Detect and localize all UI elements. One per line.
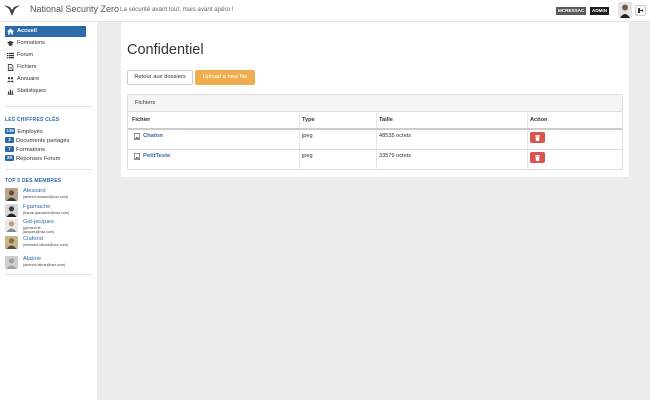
file-type: jpeg — [302, 153, 313, 159]
stat-count-badge: 20 — [5, 155, 14, 161]
column-header-fichier[interactable]: Fichier — [132, 117, 150, 123]
member-email: jacques@nsz.com) — [23, 230, 55, 234]
stat-formations: 7 Formations — [5, 146, 45, 154]
stat-label: Employés — [17, 129, 43, 135]
image-file-icon — [134, 133, 140, 140]
file-link[interactable]: Chaton — [143, 133, 163, 139]
delete-file-button[interactable] — [530, 132, 545, 143]
member-avatar — [5, 204, 18, 217]
stat-label: Formations — [16, 147, 45, 153]
sidebar-item-formations[interactable]: Formations — [5, 38, 86, 49]
sidebar-item-forum[interactable]: Forum — [5, 50, 86, 61]
column-divider — [527, 113, 528, 170]
key-figures-heading: LES CHIFFRES CLÉS — [5, 117, 60, 123]
bar-chart-icon — [7, 89, 14, 95]
member-email: (arienne.lessard@nsz.com) — [23, 195, 69, 199]
member-email: (arienne.labrie@nsz.com) — [23, 263, 66, 267]
files-panel-heading: Fichiers — [128, 95, 622, 112]
brand-name[interactable]: National Security Zero — [30, 4, 119, 14]
member-item[interactable]: Gst-jacques (gerland st- jacques@nsz.com… — [5, 219, 93, 234]
logout-button[interactable] — [635, 5, 646, 16]
file-type: jpeg — [302, 133, 313, 139]
sidebar-item-label: Formations — [17, 40, 45, 46]
stat-label: Réponses Forum — [16, 156, 61, 162]
member-avatar — [5, 219, 18, 232]
top-members-heading: TOP 5 DES MEMBRES — [5, 178, 62, 184]
list-icon — [7, 52, 14, 59]
header-divider — [128, 128, 622, 130]
sidebar-item-label: Accueil — [17, 28, 37, 34]
member-avatar — [5, 188, 18, 201]
column-header-type[interactable]: Type — [302, 117, 315, 123]
sidebar-item-statistiques[interactable]: Statistiques — [5, 86, 86, 97]
column-header-action: Action — [530, 117, 548, 123]
user-avatar[interactable] — [618, 2, 632, 18]
member-name[interactable]: Alessard — [23, 188, 46, 195]
user-role-badge: ADMIN — [590, 7, 610, 15]
sidebar-item-annuaire[interactable]: Annuaire — [5, 74, 86, 85]
column-divider — [376, 113, 377, 170]
sidebar-item-label: Forum — [17, 52, 34, 58]
file-icon — [7, 64, 14, 71]
users-icon — [7, 77, 14, 83]
sidebar-item-label: Statistiques — [17, 88, 46, 94]
trash-icon — [535, 154, 540, 161]
member-email: (franck.gamache@nsz.com) — [23, 211, 70, 215]
stat-count-badge: 7 — [5, 146, 14, 152]
sidebar: Accueil Formations Forum Fichiers Annuai… — [0, 22, 97, 400]
member-avatar — [5, 256, 18, 269]
member-avatar — [5, 236, 18, 249]
delete-file-button[interactable] — [530, 152, 545, 163]
member-name[interactable]: Fgamache — [23, 204, 50, 211]
eagle-logo-icon[interactable] — [4, 4, 20, 17]
stat-reponses-forum: 20 Réponses Forum — [5, 155, 60, 163]
sidebar-divider — [5, 169, 92, 170]
member-item[interactable]: Alessard (arienne.lessard@nsz.com) — [5, 188, 93, 201]
trash-icon — [535, 134, 540, 141]
member-item[interactable]: Clafond (cressant.lafond@nsz.com) — [5, 236, 93, 249]
sidebar-divider — [5, 106, 92, 107]
member-name[interactable]: Gst-jacques — [23, 219, 54, 226]
back-to-folders-button[interactable]: Retour aux dossiers — [127, 70, 193, 85]
member-item[interactable]: Alabrie (arienne.labrie@nsz.com) — [5, 256, 93, 269]
member-name[interactable]: Alabrie — [23, 256, 41, 263]
sign-out-icon — [638, 8, 644, 13]
stat-documents: 3 Documents partagés — [5, 137, 70, 145]
home-icon — [7, 28, 14, 35]
file-link[interactable]: PetitTeste — [143, 153, 170, 159]
top-navbar: National Security Zero La sécurité avant… — [0, 0, 650, 22]
files-table-panel: Fichiers Fichier Type Taille Action Chat… — [127, 94, 623, 170]
sidebar-divider — [5, 274, 92, 275]
stat-label: Documents partagés — [16, 138, 70, 144]
page-title: Confidentiel — [127, 42, 204, 58]
image-file-icon — [134, 153, 140, 160]
sidebar-item-accueil[interactable]: Accueil — [5, 26, 86, 37]
stat-count-badge: 3 — [5, 137, 14, 143]
main-panel: Confidentiel Retour aux dossiers Upload … — [121, 22, 629, 177]
stat-employes: 136 Employés — [5, 128, 43, 136]
sidebar-item-label: Annuaire — [17, 76, 40, 82]
graduation-cap-icon — [7, 40, 14, 46]
sidebar-item-fichiers[interactable]: Fichiers — [5, 62, 86, 73]
file-size: 33579 octets — [379, 153, 412, 159]
sidebar-item-label: Fichiers — [17, 64, 37, 70]
member-name[interactable]: Clafond — [23, 236, 43, 243]
file-size: 48535 octets — [379, 133, 412, 139]
column-header-taille[interactable]: Taille — [379, 117, 393, 123]
row-divider — [128, 149, 622, 150]
member-item[interactable]: Fgamache (franck.gamache@nsz.com) — [5, 204, 93, 217]
stat-count-badge: 136 — [5, 128, 16, 134]
upload-file-button[interactable]: Upload a new file — [195, 70, 255, 85]
member-email: (cressant.lafond@nsz.com) — [23, 243, 68, 247]
column-divider — [299, 113, 300, 170]
tagline: La sécurité avant tout, mais avant apéro… — [120, 5, 234, 13]
user-name-badge: MCRESSAC — [556, 7, 587, 15]
